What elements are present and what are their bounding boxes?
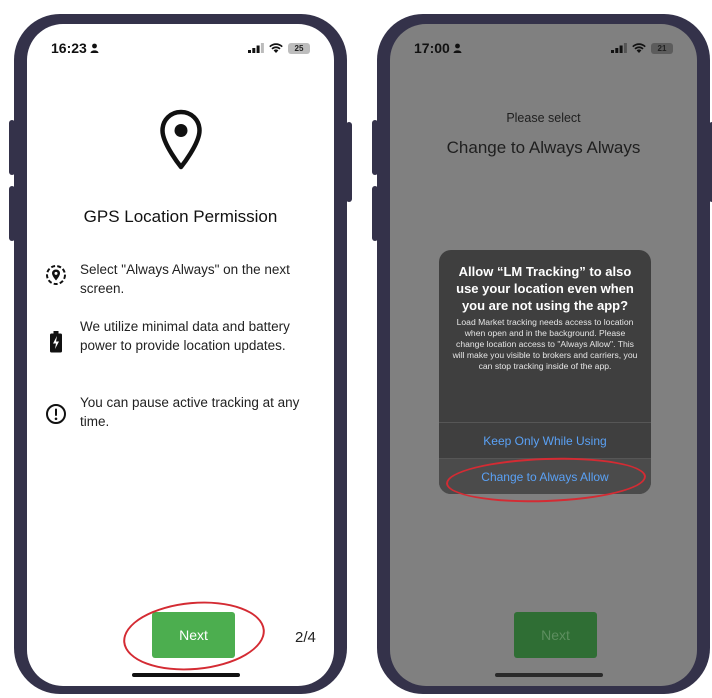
side-button [9,120,15,175]
next-button[interactable]: Next [514,612,597,658]
left-phone-frame: 16:23 25 GPS Location Permission Select … [9,14,352,694]
person-icon [90,43,99,53]
signal-icon [248,43,264,53]
list-item-text: You can pause active tracking at any tim… [80,395,300,429]
status-icons: 25 [248,42,310,54]
page-indicator: 2/4 [295,629,316,646]
power-button [346,122,352,202]
home-indicator[interactable] [495,673,603,677]
location-target-icon [46,265,66,285]
alert-circle-icon [46,404,66,424]
keep-only-while-using-button[interactable]: Keep Only While Using [439,422,651,459]
highlight-ellipse [120,595,268,677]
list-item-text: Select "Always Always" on the next scree… [80,262,290,296]
left-phone-screen: 16:23 25 GPS Location Permission Select … [27,24,334,686]
status-bar: 16:23 25 [51,38,310,58]
right-phone-frame: 17:00 21 Please select Change to Always … [372,14,712,694]
side-button [372,186,378,241]
dialog-title: Allow “LM Tracking” to also use your loc… [456,264,634,313]
list-item: Select "Always Always" on the next scree… [45,260,320,298]
list-item: We utilize minimal data and battery powe… [45,317,320,355]
wifi-icon [269,43,283,53]
battery-icon: 21 [651,42,673,54]
item-icon-wrap [45,264,67,286]
list-item-text: We utilize minimal data and battery powe… [80,319,290,353]
status-time: 16:23 [51,40,87,56]
person-icon [453,43,462,53]
battery-icon: 25 [288,42,310,54]
status-time-group: 16:23 [51,40,99,56]
side-button [372,120,378,175]
status-bar: 17:00 21 [414,38,673,58]
page-title: GPS Location Permission [83,207,278,226]
page-subtitle: Please select [506,111,581,125]
status-icons: 21 [611,42,673,54]
page-title: Change to Always Always [446,138,641,157]
right-phone-screen: 17:00 21 Please select Change to Always … [390,24,697,686]
signal-icon [611,43,627,53]
battery-charging-icon [50,331,62,353]
item-icon-wrap [45,321,67,353]
list-item: You can pause active tracking at any tim… [45,393,320,431]
status-time-group: 17:00 [414,40,462,56]
home-indicator[interactable] [132,673,240,677]
location-pin-icon [159,109,202,170]
status-time: 17:00 [414,40,450,56]
side-button [9,186,15,241]
wifi-icon [632,43,646,53]
dialog-message: Load Market tracking needs access to loc… [452,317,638,371]
item-icon-wrap [45,397,67,425]
